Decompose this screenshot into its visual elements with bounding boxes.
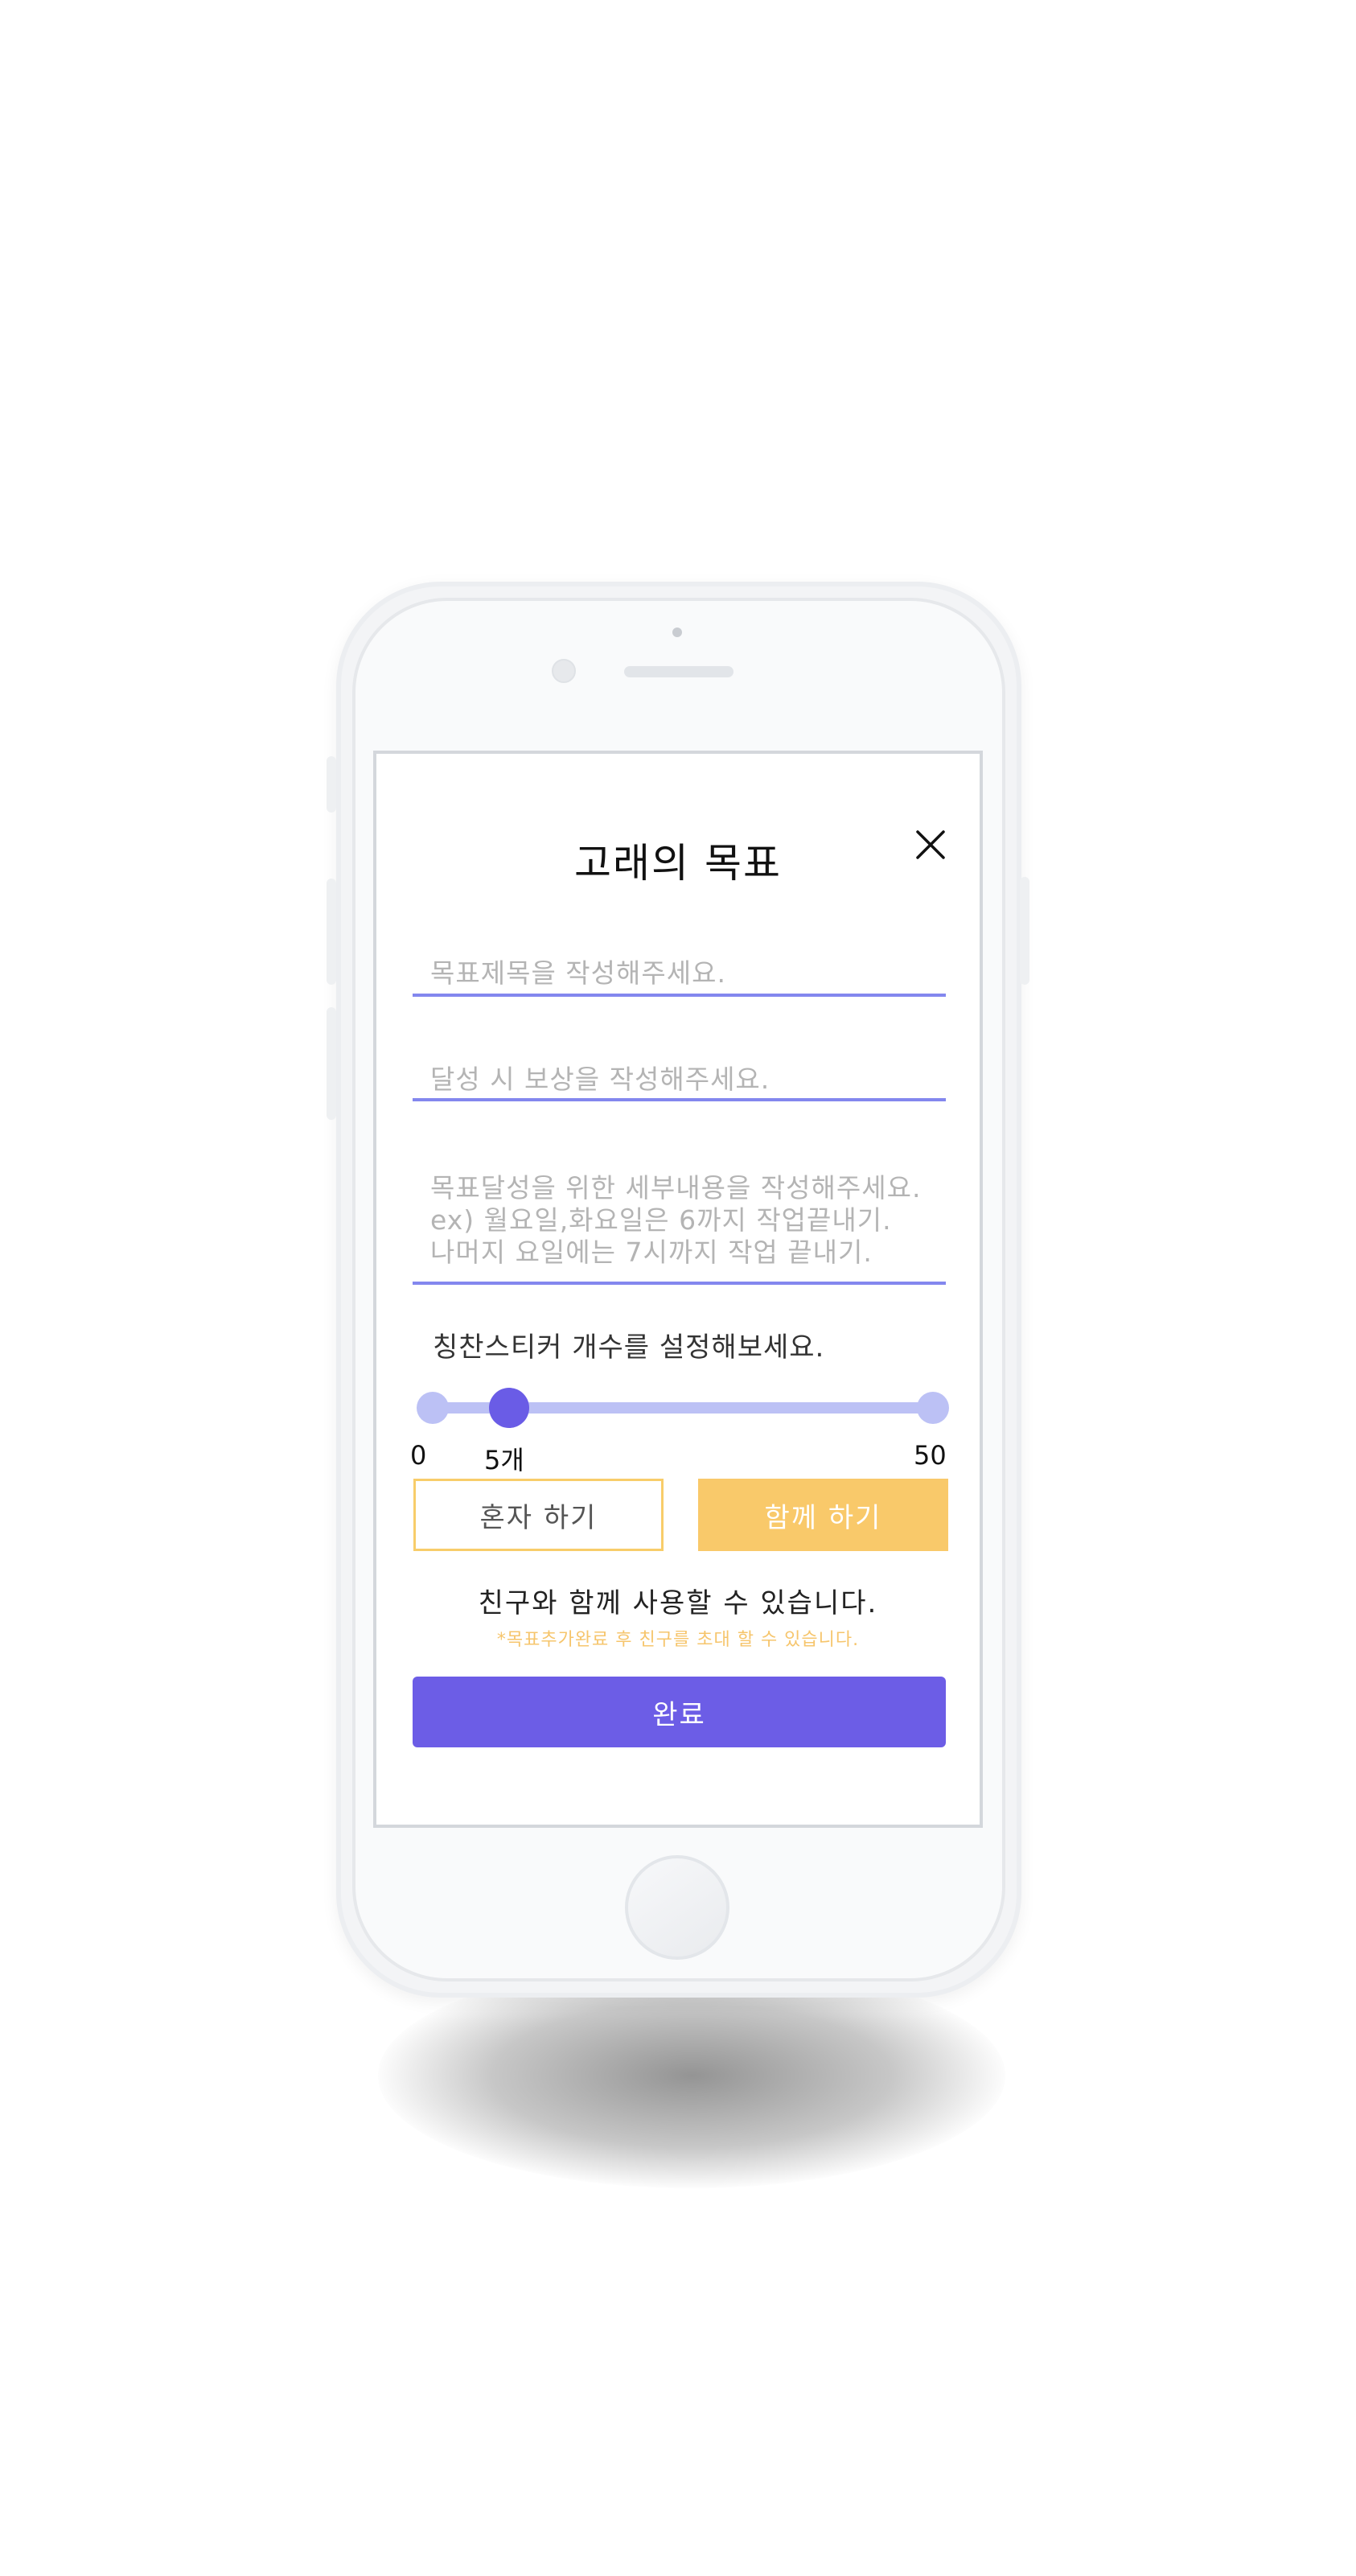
proximity-sensor <box>672 628 682 637</box>
slider-min-label: 0 <box>410 1440 427 1471</box>
sticker-count-label: 칭찬스티커 개수를 설정해보세요. <box>433 1331 825 1364</box>
detail-textarea[interactable]: 목표달성을 위한 세부내용을 작성해주세요. ex) 월요일,화요일은 6까지 … <box>413 1164 946 1285</box>
sticker-slider-thumb[interactable] <box>489 1388 529 1428</box>
done-button[interactable]: 완료 <box>413 1677 946 1747</box>
goal-title-placeholder: 목표제목을 작성해주세요. <box>430 957 726 989</box>
mute-switch <box>327 756 336 813</box>
earpiece-speaker <box>624 666 733 677</box>
detail-placeholder-line: ex) 월요일,화요일은 6까지 작업끝내기. <box>430 1204 892 1236</box>
volume-up-button <box>327 879 336 985</box>
front-camera <box>552 659 576 683</box>
detail-placeholder-line: 나머지 요일에는 7시까지 작업 끝내기. <box>430 1237 873 1268</box>
goal-form-screen: 고래의 목표 목표제목을 작성해주세요. 달성 시 보상을 작성해주세요. 목표… <box>373 751 983 1828</box>
reward-placeholder: 달성 시 보상을 작성해주세요. <box>430 1064 770 1095</box>
goal-title-input[interactable]: 목표제목을 작성해주세요. <box>413 947 946 997</box>
solo-mode-button[interactable]: 혼자 하기 <box>413 1479 664 1551</box>
slider-min-cap <box>417 1392 449 1424</box>
page-title: 고래의 목표 <box>574 840 782 887</box>
slider-value-label: 5개 <box>484 1445 524 1475</box>
reward-input[interactable]: 달성 시 보상을 작성해주세요. <box>413 1053 946 1101</box>
friend-invite-note: *목표추가완료 후 친구를 초대 할 수 있습니다. <box>496 1630 860 1650</box>
together-mode-button[interactable]: 함께 하기 <box>698 1479 948 1551</box>
detail-placeholder-line: 목표달성을 위한 세부내용을 작성해주세요. <box>430 1172 922 1204</box>
friend-message: 친구와 함께 사용할 수 있습니다. <box>478 1587 878 1619</box>
slider-max-cap <box>917 1392 949 1424</box>
power-button <box>1020 877 1029 985</box>
close-icon[interactable] <box>910 825 951 865</box>
home-button[interactable] <box>625 1855 729 1960</box>
slider-max-label: 50 <box>914 1440 947 1471</box>
volume-down-button <box>327 1007 336 1120</box>
